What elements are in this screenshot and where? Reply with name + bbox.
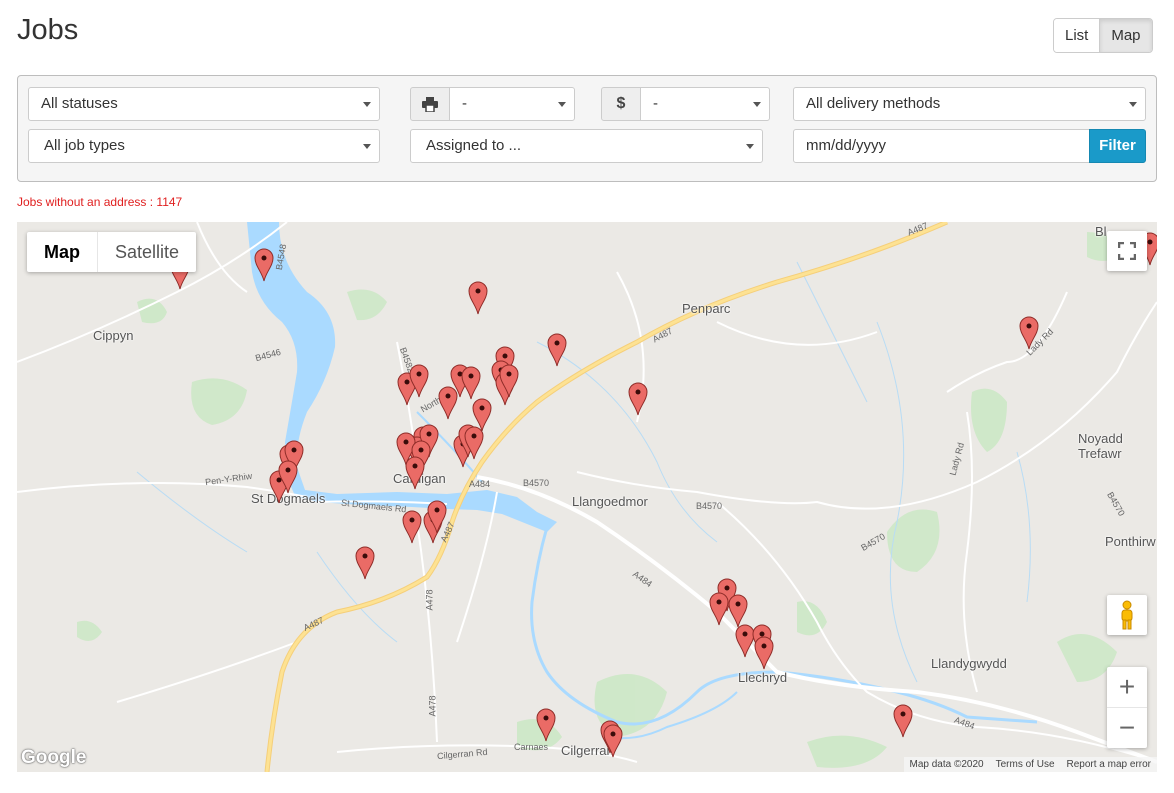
fullscreen-button[interactable] — [1107, 231, 1147, 271]
assigned-select[interactable]: Assigned to ... — [410, 129, 763, 163]
road-label-b4570: B4570 — [696, 501, 723, 511]
price-select[interactable]: - — [640, 87, 770, 121]
report-map-error-link[interactable]: Report a map error — [1061, 757, 1157, 772]
delivery-select-value: All delivery methods — [806, 95, 941, 112]
terms-of-use-link[interactable]: Terms of Use — [990, 757, 1061, 772]
page-title: Jobs — [17, 14, 79, 46]
price-select-value: - — [653, 95, 658, 112]
filter-panel: All statuses - $ - All delivery methods … — [17, 75, 1157, 182]
map-type-control: Map Satellite — [27, 232, 197, 272]
place-label-noyadd: Noyadd — [1078, 431, 1123, 446]
place-label-trefawr: Trefawr — [1078, 446, 1122, 461]
place-label-ponthirw: Ponthirw — [1105, 534, 1156, 549]
job-marker-icon[interactable] — [709, 592, 729, 626]
chevron-down-icon — [363, 144, 371, 149]
fullscreen-icon — [1118, 242, 1136, 260]
job-type-select-value: All job types — [44, 137, 125, 154]
date-input-placeholder: mm/dd/yyyy — [806, 137, 887, 154]
printer-select-value: - — [462, 95, 467, 112]
place-label-penparc: Penparc — [682, 301, 731, 316]
map-type-satellite-button[interactable]: Satellite — [97, 232, 196, 272]
job-marker-icon[interactable] — [754, 636, 774, 670]
job-marker-icon[interactable] — [547, 333, 567, 367]
job-marker-icon[interactable] — [278, 460, 298, 494]
place-label-llangoedmor: Llangoedmor — [572, 494, 648, 509]
printer-select[interactable]: - — [449, 87, 575, 121]
place-label-llechryd: Llechryd — [738, 670, 788, 685]
jobs-map[interactable]: Cippyn Penparc St Dogmaels Cardigan Llan… — [17, 222, 1157, 772]
dollar-icon: $ — [601, 87, 641, 121]
job-marker-icon[interactable] — [499, 364, 519, 398]
job-marker-icon[interactable] — [464, 426, 484, 460]
job-marker-icon[interactable] — [728, 594, 748, 628]
job-marker-icon[interactable] — [461, 366, 481, 400]
chevron-down-icon — [558, 102, 566, 107]
job-marker-icon[interactable] — [1019, 316, 1039, 350]
job-marker-icon[interactable] — [468, 281, 488, 315]
job-marker-icon[interactable] — [405, 456, 425, 490]
road-label-carnaes: Carnaes — [514, 742, 549, 752]
pegman-icon — [1121, 600, 1133, 630]
job-marker-icon[interactable] — [409, 364, 429, 398]
map-view-button[interactable]: Map — [1099, 19, 1152, 52]
status-select[interactable]: All statuses — [28, 87, 380, 121]
place-label-llandygwydd: Llandygwydd — [931, 656, 1007, 671]
map-attribution: Map data ©2020 Terms of Use Report a map… — [903, 757, 1157, 772]
job-marker-icon[interactable] — [438, 386, 458, 420]
place-label-blaenporth: Bl — [1095, 224, 1107, 239]
job-marker-icon[interactable] — [254, 248, 274, 282]
job-marker-icon[interactable] — [628, 382, 648, 416]
status-select-value: All statuses — [41, 95, 118, 112]
road-label-a478: A478 — [427, 695, 438, 717]
road-label-a478: A478 — [424, 589, 435, 611]
chevron-down-icon — [753, 102, 761, 107]
job-marker-icon[interactable] — [603, 724, 623, 758]
date-input[interactable]: mm/dd/yyyy — [793, 129, 1090, 163]
google-logo: Google — [21, 747, 87, 768]
map-type-map-button[interactable]: Map — [27, 232, 97, 272]
road-label-a484: A484 — [469, 479, 491, 489]
assigned-select-value: Assigned to ... — [426, 137, 522, 154]
place-label-cippyn: Cippyn — [93, 328, 134, 343]
zoom-in-button[interactable]: + — [1107, 668, 1147, 708]
job-marker-icon[interactable] — [402, 510, 422, 544]
job-marker-icon[interactable] — [893, 704, 913, 738]
road-label-b4570: B4570 — [523, 478, 550, 488]
filter-button[interactable]: Filter — [1089, 129, 1146, 163]
map-data-credit: Map data ©2020 — [909, 759, 984, 770]
list-view-button[interactable]: List — [1054, 19, 1100, 52]
view-toggle: List Map — [1053, 18, 1153, 53]
job-marker-icon[interactable] — [427, 500, 447, 534]
zoom-control: + − — [1107, 667, 1147, 748]
jobs-without-address-notice: Jobs without an address : 1147 — [17, 195, 183, 209]
zoom-out-button[interactable]: − — [1107, 708, 1147, 748]
job-marker-icon[interactable] — [536, 708, 556, 742]
printer-icon — [410, 87, 450, 121]
chevron-down-icon — [1129, 102, 1137, 107]
delivery-select[interactable]: All delivery methods — [793, 87, 1146, 121]
street-view-pegman-button[interactable] — [1107, 595, 1147, 635]
job-type-select[interactable]: All job types — [28, 129, 380, 163]
chevron-down-icon — [746, 144, 754, 149]
chevron-down-icon — [363, 102, 371, 107]
job-marker-icon[interactable] — [355, 546, 375, 580]
